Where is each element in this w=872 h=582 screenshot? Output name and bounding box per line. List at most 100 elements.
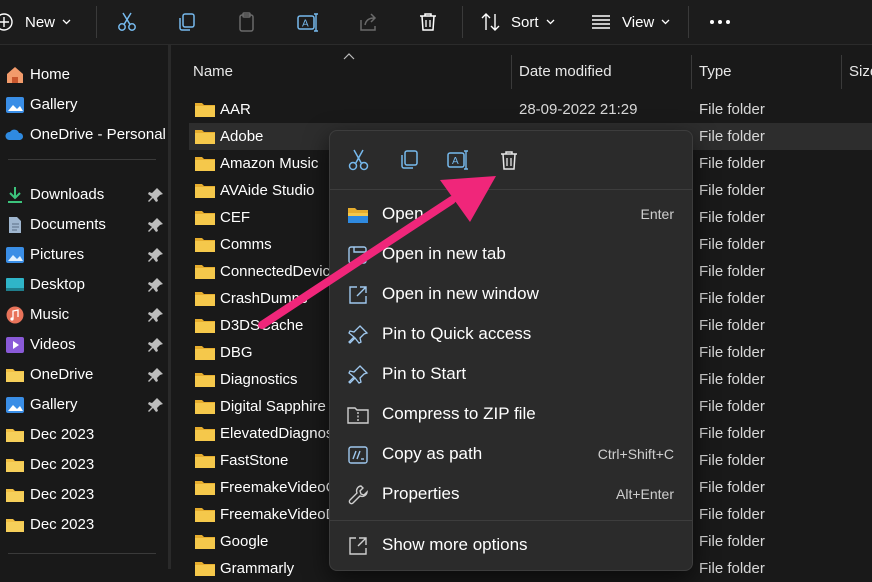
- pin-icon[interactable]: [148, 247, 164, 263]
- new-button[interactable]: New: [0, 0, 71, 44]
- sidebar-item-pictures[interactable]: Pictures: [0, 240, 168, 270]
- folder-icon: [6, 369, 24, 382]
- file-type: File folder: [699, 398, 765, 415]
- sidebar-item-dec-2023[interactable]: Dec 2023: [0, 420, 168, 450]
- menu-item-pin-to-start[interactable]: Pin to Start: [330, 356, 692, 394]
- column-divider[interactable]: [511, 55, 512, 89]
- menu-item-open-in-new-window[interactable]: Open in new window: [330, 276, 692, 314]
- menu-item-compress-to-zip[interactable]: Compress to ZIP file: [330, 396, 692, 434]
- command-bar: New A Sort View: [0, 0, 872, 45]
- menu-item-shortcut: Enter: [640, 206, 674, 222]
- menu-item-pin-to-quick-access[interactable]: Pin to Quick access: [330, 316, 692, 354]
- sidebar-item-gallery[interactable]: Gallery: [0, 90, 168, 120]
- column-divider[interactable]: [841, 55, 842, 89]
- menu-item-open-in-new-tab[interactable]: Open in new tab: [330, 236, 692, 274]
- sidebar-item-onedrive-personal[interactable]: OneDrive - Personal: [0, 120, 168, 150]
- sidebar-item-desktop[interactable]: Desktop: [0, 270, 168, 300]
- sidebar-item-home[interactable]: Home: [0, 60, 168, 90]
- sidebar-item-videos[interactable]: Videos: [0, 330, 168, 360]
- pin-icon[interactable]: [148, 217, 164, 233]
- rename-icon[interactable]: A: [446, 148, 470, 172]
- folder-icon: [195, 157, 215, 171]
- menu-item-copy-as-path[interactable]: Copy as path Ctrl+Shift+C: [330, 436, 692, 474]
- sidebar-item-downloads[interactable]: Downloads: [0, 180, 168, 210]
- sidebar-item-onedrive[interactable]: OneDrive: [0, 360, 168, 390]
- sidebar-item-dec-2023[interactable]: Dec 2023: [0, 510, 168, 540]
- pin-icon: [348, 325, 369, 344]
- more-button[interactable]: [708, 0, 732, 44]
- sidebar-item-documents[interactable]: Documents: [0, 210, 168, 240]
- table-row[interactable]: AAR 28-09-2022 21:29 File folder: [189, 96, 872, 123]
- sort-ascending-icon: [343, 53, 355, 60]
- paste-icon: [239, 12, 254, 32]
- sidebar-item-dec-2023[interactable]: Dec 2023: [0, 450, 168, 480]
- rename-button[interactable]: A: [296, 0, 320, 44]
- folder-icon: [195, 400, 215, 414]
- wrench-icon: [348, 485, 368, 505]
- file-name: AAR: [220, 101, 251, 118]
- pin-icon[interactable]: [148, 367, 164, 383]
- file-type: File folder: [699, 344, 765, 361]
- sidebar-item-dec-2023[interactable]: Dec 2023: [0, 480, 168, 510]
- share-button[interactable]: [357, 0, 379, 44]
- sidebar-item-label: Downloads: [30, 186, 105, 203]
- sort-icon: [481, 13, 500, 31]
- column-header-size[interactable]: Size: [849, 55, 872, 89]
- folder-icon: [195, 184, 215, 198]
- view-label: View: [622, 13, 655, 31]
- sidebar-item-label: Music: [30, 306, 70, 323]
- folder-icon: [195, 535, 215, 549]
- delete-icon[interactable]: [497, 148, 521, 172]
- column-header-name[interactable]: Name: [193, 55, 233, 89]
- folder-icon: [195, 427, 215, 441]
- file-name: ElevatedDiagnos: [220, 425, 332, 442]
- sidebar-item-music[interactable]: Music: [0, 300, 168, 330]
- more-icon: [710, 20, 730, 24]
- file-type: File folder: [699, 290, 765, 307]
- sidebar-item-label: OneDrive: [30, 366, 94, 383]
- column-header-type[interactable]: Type: [699, 55, 732, 89]
- folder-icon: [195, 103, 215, 117]
- cut-button[interactable]: [116, 0, 138, 44]
- paste-button[interactable]: [236, 0, 258, 44]
- sidebar-item-label: Dec 2023: [30, 456, 95, 473]
- column-divider[interactable]: [691, 55, 692, 89]
- file-type: File folder: [699, 128, 765, 145]
- pin-icon[interactable]: [148, 307, 164, 323]
- cut-icon[interactable]: [347, 148, 371, 172]
- menu-item-open[interactable]: Open Enter: [330, 196, 692, 234]
- menu-item-label: Show more options: [382, 535, 528, 554]
- sidebar-item-label: Pictures: [30, 246, 85, 263]
- copy-icon[interactable]: [397, 148, 421, 172]
- sidebar-divider: [8, 159, 156, 160]
- sidebar-scrollbar[interactable]: [168, 45, 171, 569]
- file-name: CrashDumps: [220, 290, 308, 307]
- gallery-icon: [6, 397, 24, 413]
- delete-button[interactable]: [417, 0, 439, 44]
- file-name: AVAide Studio: [220, 182, 315, 199]
- file-type: File folder: [699, 182, 765, 199]
- file-name: D3DSCache: [220, 317, 304, 334]
- file-name: Google: [220, 533, 269, 550]
- file-name: Comms: [220, 236, 272, 253]
- file-type: File folder: [699, 479, 765, 496]
- menu-item-shortcut: Alt+Enter: [616, 486, 674, 502]
- context-menu-quick-actions: A: [330, 131, 692, 189]
- column-header-date[interactable]: Date modified: [519, 55, 612, 89]
- view-button[interactable]: View: [590, 0, 670, 44]
- view-icon: [592, 15, 610, 29]
- cut-icon: [118, 12, 136, 31]
- copy-button[interactable]: [176, 0, 198, 44]
- menu-item-properties[interactable]: Properties Alt+Enter: [330, 476, 692, 514]
- desktop-icon: [6, 278, 24, 291]
- file-type: File folder: [699, 506, 765, 523]
- pin-icon[interactable]: [148, 277, 164, 293]
- pin-icon[interactable]: [148, 187, 164, 203]
- pin-icon[interactable]: [148, 397, 164, 413]
- folder-icon: [195, 373, 215, 387]
- menu-item-show-more-options[interactable]: Show more options: [330, 527, 692, 565]
- folder-icon: [6, 519, 24, 532]
- sidebar-item-gallery-pinned[interactable]: Gallery: [0, 390, 168, 420]
- pin-icon[interactable]: [148, 337, 164, 353]
- sort-button[interactable]: Sort: [480, 0, 555, 44]
